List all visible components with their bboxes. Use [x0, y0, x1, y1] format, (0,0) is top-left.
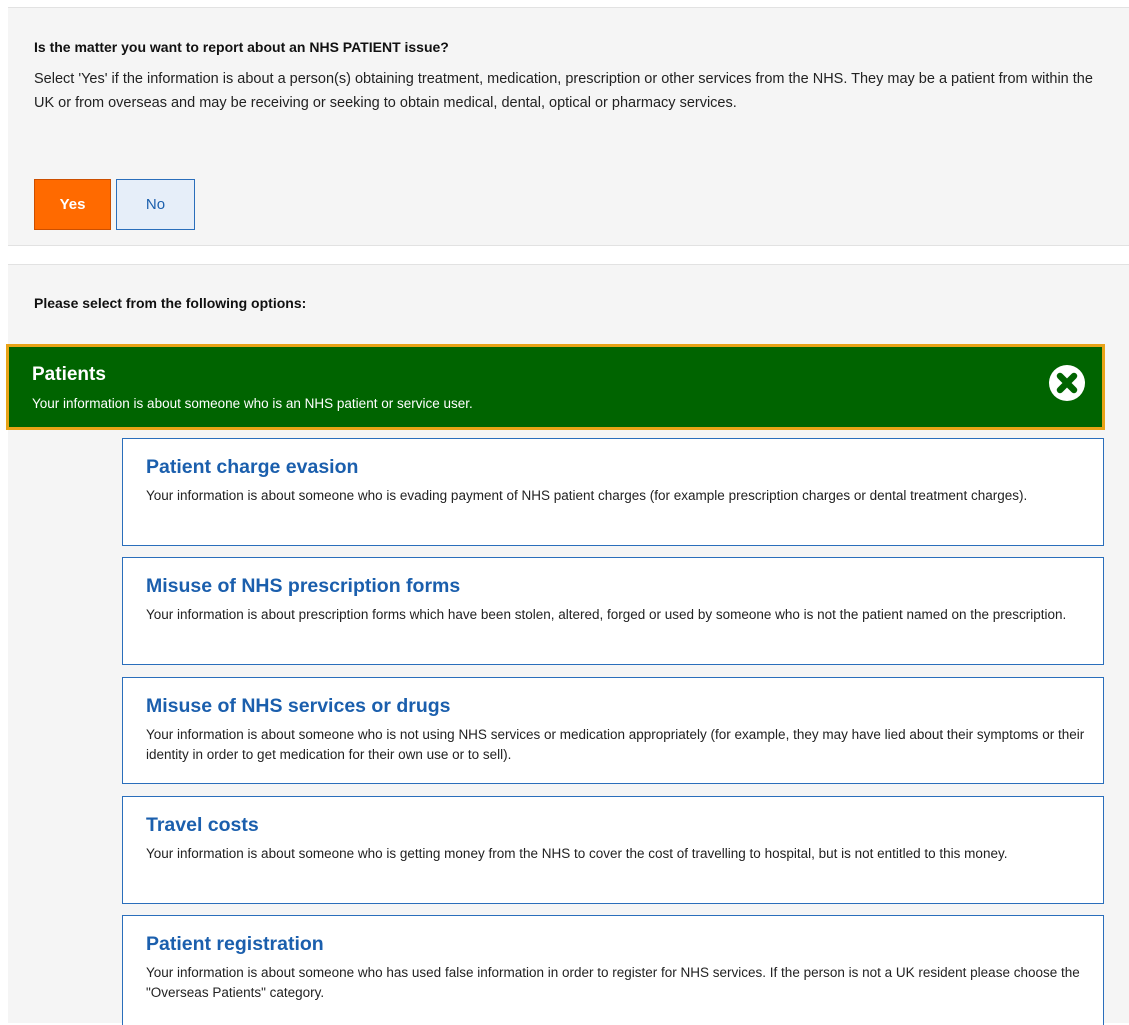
- options-title: Please select from the following options…: [34, 295, 307, 311]
- option-title: Patient charge evasion: [146, 456, 359, 478]
- option-title: Patient registration: [146, 933, 324, 955]
- option-travel-costs[interactable]: Travel costs Your information is about s…: [122, 796, 1104, 904]
- category-name: Patients: [32, 364, 106, 385]
- category-description: Your information is about someone who is…: [32, 396, 473, 411]
- question-description: Select 'Yes' if the information is about…: [34, 71, 1093, 111]
- option-description: Your information is about prescription f…: [146, 607, 1067, 622]
- option-misuse-prescription-forms[interactable]: Misuse of NHS prescription forms Your in…: [122, 557, 1104, 665]
- question-title: Is the matter you want to report about a…: [34, 39, 449, 55]
- option-patient-charge-evasion[interactable]: Patient charge evasion Your information …: [122, 438, 1104, 546]
- option-title: Misuse of NHS prescription forms: [146, 575, 461, 597]
- option-description: Your information is about someone who ha…: [146, 965, 1080, 1000]
- no-button[interactable]: No: [116, 179, 195, 230]
- yes-button[interactable]: Yes: [34, 179, 111, 230]
- option-description: Your information is about someone who is…: [146, 727, 1085, 762]
- category-patients[interactable]: Patients Your information is about someo…: [6, 344, 1105, 430]
- option-title: Travel costs: [146, 814, 259, 836]
- options-panel: Please select from the following options…: [6, 264, 1129, 1025]
- close-circle-icon[interactable]: [1048, 364, 1086, 402]
- question-panel: Is the matter you want to report about a…: [8, 7, 1129, 246]
- option-description: Your information is about someone who is…: [146, 488, 1028, 503]
- option-title: Misuse of NHS services or drugs: [146, 695, 451, 717]
- option-misuse-services-drugs[interactable]: Misuse of NHS services or drugs Your inf…: [122, 677, 1104, 784]
- option-patient-registration[interactable]: Patient registration Your information is…: [122, 915, 1104, 1025]
- option-description: Your information is about someone who is…: [146, 846, 1008, 861]
